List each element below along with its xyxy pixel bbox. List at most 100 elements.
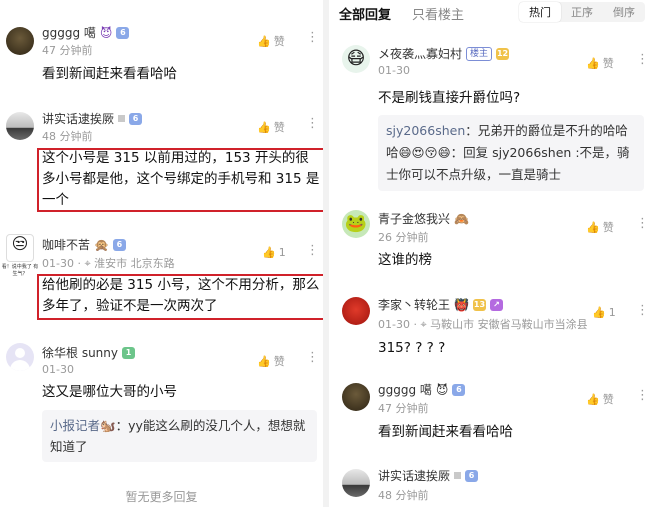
level-badge-icon: 13 (472, 298, 486, 311)
date: 01-30 (42, 363, 74, 376)
reply-preview[interactable]: sjy2066shen：兄弟开的爵位是不升的哈哈哈😄😍😚😄：回复 sjy2066… (378, 115, 644, 191)
timestamp: 26 分钟前 (378, 231, 429, 244)
meme-avatar[interactable]: 😒 (6, 234, 34, 262)
user-name-row: メ夜袭灬寡妇村 楼主 12 (378, 45, 510, 62)
user-name[interactable]: 咖啡不苦 (42, 236, 90, 253)
thumbs-up-icon: 👍 (257, 34, 271, 48)
date: 01-30 (378, 318, 410, 331)
comment-text: 315? ? ? ? (378, 340, 446, 356)
reply-author[interactable]: 小报记者 (50, 418, 100, 433)
like-button[interactable]: 👍 赞 (257, 33, 285, 49)
user-name-row: 咖啡不苦 🙊 6 (42, 236, 126, 253)
no-more-replies: 暂无更多回复 (125, 490, 198, 504)
avatar[interactable] (342, 383, 370, 411)
level-badge-icon: 1 (122, 346, 135, 359)
user-name[interactable]: ggggg 噶 (42, 24, 96, 41)
avatar[interactable]: 😷 (342, 45, 370, 73)
avatar-caption: 看！说中我了 有生气？ (1, 264, 39, 277)
comment-text: 看到新闻赶来看看哈哈 (42, 66, 177, 82)
more-options-icon[interactable]: ⋮ (636, 304, 649, 317)
level-badge-icon: 6 (129, 112, 143, 125)
meta-row: 01-30 · ⌖ 马鞍山市 安徽省马鞍山市当涂县 (378, 316, 588, 332)
location: 马鞍山市 安徽省马鞍山市当涂县 (430, 318, 588, 331)
comment-text: 不是刷钱直接升爵位吗? (378, 90, 521, 106)
more-options-icon[interactable]: ⋮ (636, 53, 649, 66)
user-name[interactable]: 李家丶转轮王 (378, 296, 450, 313)
user-name-row: ggggg 噶 😈 6 (378, 381, 466, 398)
location-pin-icon: ⌖ (84, 257, 91, 270)
more-options-icon[interactable]: ⋮ (306, 244, 319, 257)
timestamp: 47 分钟前 (378, 402, 429, 415)
avatar[interactable] (6, 343, 34, 371)
right-comment-panel: 全部回复 只看楼主 热门 正序 倒序 😷 メ夜袭灬寡妇村 楼主 12 01-30… (329, 0, 650, 507)
like-button[interactable]: 👍 1 (262, 246, 286, 259)
location-pin-icon: ⌖ (420, 318, 427, 331)
rank-up-icon: ↗ (489, 298, 503, 311)
more-options-icon[interactable]: ⋮ (306, 351, 319, 364)
user-name[interactable]: 讲实话逮挨厥 (378, 467, 450, 484)
demon-mask-icon: 👹 (454, 297, 469, 312)
thumbs-up-icon: 👍 (592, 306, 606, 319)
more-options-icon[interactable]: ⋮ (636, 217, 649, 230)
timestamp: 48 分钟前 (378, 489, 429, 502)
user-name[interactable]: メ夜袭灬寡妇村 (378, 45, 462, 62)
avatar[interactable] (342, 297, 370, 325)
member-square-icon (454, 472, 462, 479)
comment-text: 这个小号是 315 以前用过的，153 开头的很多小号都是他，这个号绑定的手机号… (42, 150, 320, 208)
level-badge-icon: 12 (496, 47, 510, 60)
frog-icon: 🐸 (344, 213, 368, 234)
like-button[interactable]: 👍 1 (592, 306, 616, 319)
user-name-row: 讲实话逮挨厥 6 (42, 110, 143, 127)
like-button[interactable]: 👍 赞 (586, 219, 614, 235)
comment-text: 这又是哪位大哥的小号 (42, 384, 177, 400)
avatar[interactable] (6, 112, 34, 140)
meta-row: 01-30 · ⌖ 淮安市 北京东路 (42, 255, 175, 271)
monkey-emoji-icon: 🙈 (454, 211, 469, 226)
sort-hot[interactable]: 热门 (519, 2, 561, 22)
date: 01-30 (42, 257, 74, 270)
squirrel-emoji-icon: 🐿️ (100, 418, 116, 433)
user-name[interactable]: 青子金悠我兴 (378, 210, 450, 227)
reply-author[interactable]: sjy2066shen (386, 123, 465, 138)
user-name-row: 徐华根 sunny 1 (42, 344, 135, 361)
user-name-row: 李家丶转轮王 👹 13 ↗ (378, 296, 503, 313)
date: 01-30 (378, 64, 410, 77)
timestamp: 48 分钟前 (42, 130, 93, 143)
user-name-row: 青子金悠我兴 🙈 (378, 210, 469, 227)
sort-desc[interactable]: 倒序 (603, 2, 645, 22)
tab-all-replies[interactable]: 全部回复 (339, 4, 391, 23)
like-button[interactable]: 👍 赞 (586, 391, 614, 407)
location: 淮安市 北京东路 (94, 257, 175, 270)
like-button[interactable]: 👍 赞 (257, 353, 285, 369)
avatar[interactable]: 🐸 (342, 210, 370, 238)
level-badge-icon: 6 (452, 383, 466, 396)
more-options-icon[interactable]: ⋮ (306, 117, 319, 130)
sort-asc[interactable]: 正序 (561, 2, 603, 22)
avatar[interactable] (6, 27, 34, 55)
user-name[interactable]: ggggg 噶 (378, 381, 432, 398)
timestamp: 47 分钟前 (42, 44, 93, 57)
more-options-icon[interactable]: ⋮ (306, 31, 319, 44)
comment-text: 这谁的榜 (378, 252, 432, 268)
reply-preview[interactable]: 小报记者🐿️：yy能这么刷的没几个人，想想就知道了 (42, 410, 317, 462)
thumbs-up-icon: 👍 (257, 354, 271, 368)
user-name[interactable]: 讲实话逮挨厥 (42, 110, 114, 127)
like-button[interactable]: 👍 赞 (257, 119, 285, 135)
host-badge: 楼主 (466, 46, 493, 61)
level-badge-icon: 6 (116, 26, 130, 39)
face-icon: 😒 (11, 234, 29, 253)
user-name-row: ggggg 噶 😈 6 (42, 24, 130, 41)
thumbs-up-icon: 👍 (262, 246, 276, 259)
more-options-icon[interactable]: ⋮ (636, 389, 649, 402)
tab-host-only[interactable]: 只看楼主 (412, 4, 464, 23)
sort-switch: 热门 正序 倒序 (519, 2, 645, 22)
member-square-icon (118, 115, 126, 122)
avatar[interactable] (342, 469, 370, 497)
comment-text: 看到新闻赶来看看哈哈 (378, 424, 513, 440)
devil-emoji-icon: 😈 (99, 25, 113, 40)
like-button[interactable]: 👍 赞 (586, 55, 614, 71)
user-name[interactable]: 徐华根 sunny (42, 344, 118, 361)
thumbs-up-icon: 👍 (586, 392, 600, 406)
thumbs-up-icon: 👍 (257, 120, 271, 134)
level-badge-icon: 6 (112, 238, 126, 251)
